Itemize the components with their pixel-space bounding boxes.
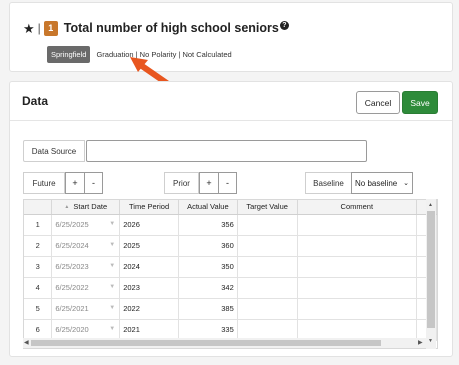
actual-value-cell[interactable]: 360	[178, 235, 238, 257]
time-period-cell[interactable]: 2025	[119, 235, 179, 257]
start-date-cell[interactable]: 6/25/2023 ▼	[51, 256, 121, 278]
future-minus-button[interactable]: -	[84, 172, 103, 194]
save-button[interactable]: Save	[402, 91, 438, 114]
start-date-cell[interactable]: 6/25/2024 ▼	[51, 235, 121, 257]
prior-minus-button[interactable]: -	[218, 172, 237, 194]
future-label: Future	[23, 172, 65, 194]
table-row: 1 6/25/2025 ▼ 2026 356	[24, 214, 437, 236]
baseline-label: Baseline	[305, 172, 352, 194]
table-header-row: ▲ Start Date Time Period Actual Value Tar…	[24, 200, 437, 215]
time-period-cell[interactable]: 2024	[119, 256, 179, 278]
chevron-down-icon: ▼	[109, 220, 116, 227]
location-badge: Springfield	[47, 46, 91, 63]
col-header-comment[interactable]: Comment	[297, 200, 418, 215]
start-date-cell[interactable]: 6/25/2020 ▼	[51, 319, 121, 341]
target-value-cell[interactable]	[237, 319, 298, 341]
chevron-down-icon: ▼	[109, 262, 116, 269]
horizontal-scroll-thumb[interactable]	[31, 340, 381, 346]
table-row: 4 6/25/2022 ▼ 2023 342	[24, 277, 437, 299]
target-value-cell[interactable]	[237, 256, 298, 278]
horizontal-scrollbar[interactable]: ◀ ▶	[23, 338, 426, 348]
comment-cell[interactable]	[297, 235, 418, 257]
chevron-down-icon: ▼	[109, 241, 116, 248]
title-row: ★ | 1 Total number of high school senior…	[23, 20, 289, 36]
row-index: 3	[24, 256, 53, 278]
col-header-actual-value[interactable]: Actual Value	[178, 200, 238, 215]
col-header-time-period[interactable]: Time Period	[119, 200, 179, 215]
target-value-cell[interactable]	[237, 298, 298, 320]
target-value-cell[interactable]	[237, 277, 298, 299]
comment-cell[interactable]	[297, 277, 418, 299]
actual-value-cell[interactable]: 356	[178, 214, 238, 236]
data-card: Data Cancel Save Data Source Future + - …	[9, 81, 453, 357]
future-plus-button[interactable]: +	[65, 172, 85, 194]
comment-cell[interactable]	[297, 256, 418, 278]
time-period-cell[interactable]: 2021	[119, 319, 179, 341]
actual-value-cell[interactable]: 342	[178, 277, 238, 299]
row-index: 1	[24, 214, 53, 236]
actual-value-cell[interactable]: 350	[178, 256, 238, 278]
help-icon[interactable]: ?	[279, 21, 289, 30]
vertical-scrollbar[interactable]: ▲ ▼	[426, 199, 436, 349]
scroll-left-icon[interactable]: ◀	[24, 339, 29, 346]
data-table-container: ▲ Start Date Time Period Actual Value Tar…	[23, 199, 438, 349]
data-section-title: Data	[22, 94, 49, 108]
comment-cell[interactable]	[297, 319, 418, 341]
table-row: 5 6/25/2021 ▼ 2022 385	[24, 298, 437, 320]
future-group: Future + -	[23, 172, 103, 194]
scroll-up-icon[interactable]: ▲	[428, 202, 433, 208]
prior-label: Prior	[164, 172, 199, 194]
col-header-target-value[interactable]: Target Value	[237, 200, 298, 215]
time-period-cell[interactable]: 2023	[119, 277, 179, 299]
number-badge: 1	[43, 20, 58, 36]
chevron-down-icon: ⌄	[403, 180, 409, 187]
chevron-down-icon: ▼	[109, 304, 116, 311]
data-source-input[interactable]	[86, 140, 367, 162]
chevron-down-icon: ▼	[109, 325, 116, 332]
target-value-cell[interactable]	[237, 235, 298, 257]
star-icon[interactable]: ★	[23, 22, 35, 35]
vertical-scroll-thumb[interactable]	[427, 211, 435, 328]
title-separator: |	[37, 21, 41, 35]
actual-value-cell[interactable]: 335	[178, 319, 238, 341]
row-index: 4	[24, 277, 53, 299]
row-index: 5	[24, 298, 53, 320]
row-index: 6	[24, 319, 53, 341]
start-date-cell[interactable]: 6/25/2021 ▼	[51, 298, 121, 320]
sort-icon: ▲	[64, 204, 70, 211]
data-source-label: Data Source	[23, 140, 85, 162]
col-header-index	[24, 200, 53, 215]
chevron-down-icon: ▼	[109, 283, 116, 290]
time-period-cell[interactable]: 2026	[119, 214, 179, 236]
actual-value-cell[interactable]: 385	[178, 298, 238, 320]
baseline-select-value: No baseline	[355, 178, 398, 188]
data-table: ▲ Start Date Time Period Actual Value Tar…	[24, 200, 437, 341]
table-row: 3 6/25/2023 ▼ 2024 350	[24, 256, 437, 278]
row-index: 2	[24, 235, 53, 257]
indicator-header-card: ★ | 1 Total number of high school senior…	[9, 2, 453, 72]
cancel-button[interactable]: Cancel	[356, 91, 400, 114]
prior-group: Prior + -	[164, 172, 237, 194]
target-value-cell[interactable]	[237, 214, 298, 236]
table-row: 2 6/25/2024 ▼ 2025 360	[24, 235, 437, 257]
comment-cell[interactable]	[297, 298, 418, 320]
col-header-start-date[interactable]: ▲ Start Date	[51, 200, 121, 215]
scroll-right-icon[interactable]: ▶	[418, 339, 423, 346]
start-date-cell[interactable]: 6/25/2022 ▼	[51, 277, 121, 299]
divider	[10, 120, 452, 121]
baseline-group: Baseline No baseline ⌄	[305, 172, 413, 194]
table-row: 6 6/25/2020 ▼ 2021 335	[24, 319, 437, 341]
time-period-cell[interactable]: 2022	[119, 298, 179, 320]
start-date-cell[interactable]: 6/25/2025 ▼	[51, 214, 121, 236]
scroll-down-icon[interactable]: ▼	[428, 338, 433, 344]
page-title: Total number of high school seniors	[63, 21, 279, 35]
prior-plus-button[interactable]: +	[199, 172, 219, 194]
baseline-select[interactable]: No baseline ⌄	[351, 172, 413, 194]
comment-cell[interactable]	[297, 214, 418, 236]
